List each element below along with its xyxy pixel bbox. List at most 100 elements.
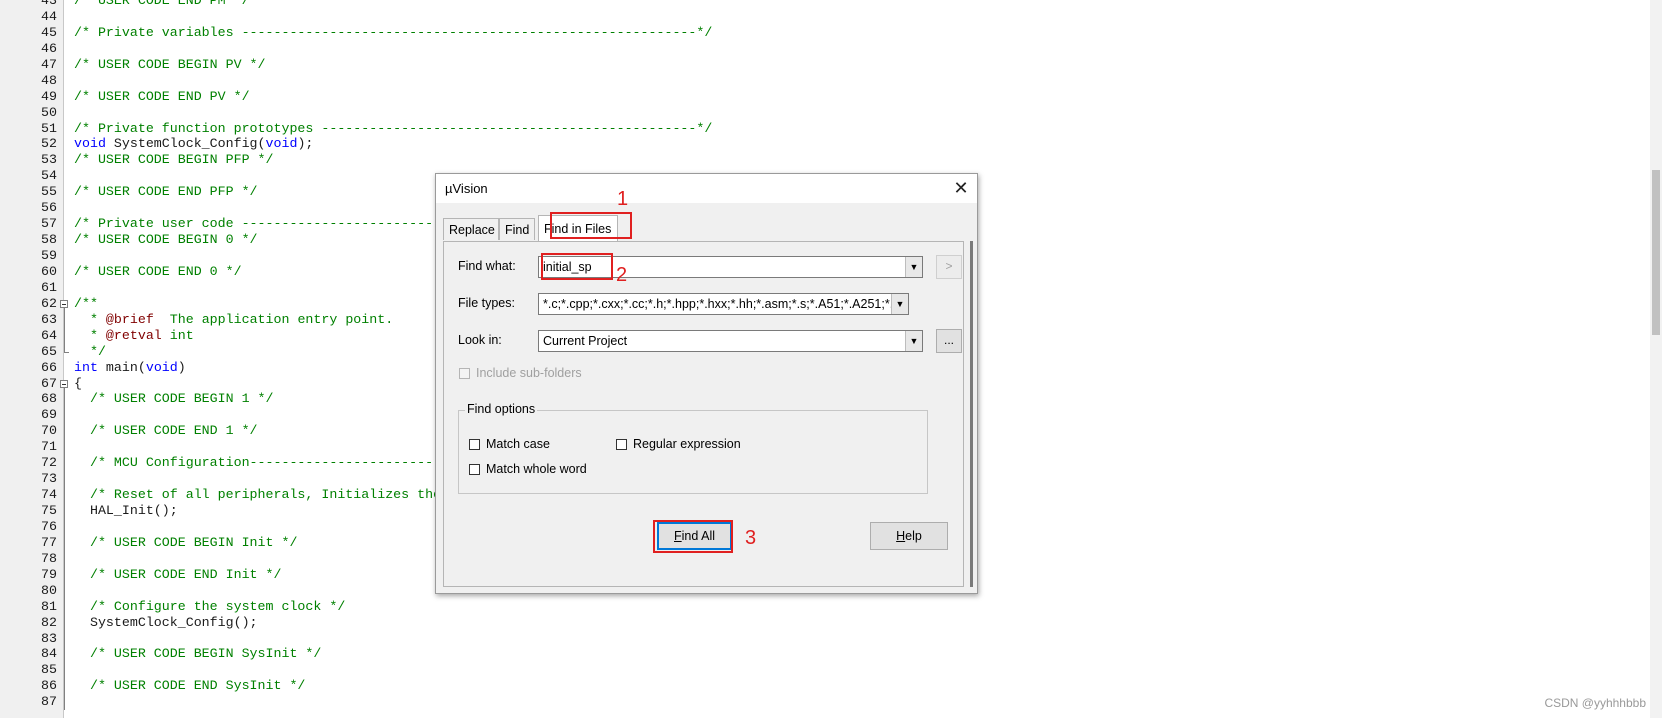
code-token: {: [74, 375, 82, 391]
fold-guide: [60, 503, 70, 519]
watermark: CSDN @yyhhhbbb: [1544, 696, 1646, 710]
code-line[interactable]: 50: [0, 105, 1650, 121]
fold-guide: [60, 518, 70, 535]
code-text: /* USER CODE END PV */: [74, 89, 250, 105]
browse-folder-button[interactable]: ...: [936, 329, 962, 353]
fold-guide: [60, 662, 70, 679]
line-number: 71: [41, 439, 57, 455]
chevron-down-icon[interactable]: ▼: [905, 257, 922, 277]
code-line[interactable]: 46: [0, 41, 1650, 57]
help-button[interactable]: Help: [870, 522, 948, 550]
code-line[interactable]: 87: [0, 694, 1650, 711]
include-subfolders-checkbox[interactable]: Include sub-folders: [459, 366, 582, 380]
code-line[interactable]: 53 /* USER CODE BEGIN PFP */: [0, 152, 1650, 168]
annotation-box-find-in-files-tab: [550, 212, 632, 239]
match-whole-word-checkbox[interactable]: Match whole word: [469, 462, 587, 476]
line-number: 63: [41, 311, 57, 327]
comment-token: The application entry point.: [153, 311, 394, 327]
line-number: 57: [41, 216, 57, 232]
code-line[interactable]: 86 /* USER CODE END SysInit */: [0, 678, 1650, 695]
code-line[interactable]: 85: [0, 662, 1650, 679]
code-text: /**: [74, 296, 98, 312]
code-line[interactable]: 44: [0, 9, 1650, 25]
fold-guide: [60, 646, 70, 663]
checkbox-icon[interactable]: [469, 463, 480, 475]
line-number: 49: [41, 88, 57, 104]
line-number: 82: [41, 614, 57, 630]
comment-token: /* USER CODE BEGIN 1 */: [74, 391, 274, 407]
panel-divider: [970, 241, 973, 587]
comment-token: /* USER CODE BEGIN PV */: [74, 56, 266, 72]
checkbox-icon[interactable]: [616, 438, 627, 450]
doc-tag-token: @brief: [105, 311, 154, 327]
fold-collapse-icon[interactable]: [60, 376, 70, 392]
match-case-checkbox[interactable]: Match case: [469, 437, 550, 451]
code-line[interactable]: 45 /* Private variables -----------------…: [0, 25, 1650, 41]
comment-token: /* USER CODE END Init */: [74, 566, 282, 582]
checkbox-icon[interactable]: [469, 438, 480, 450]
look-in-combobox[interactable]: Current Project ▼: [538, 330, 923, 352]
find-next-regex-button[interactable]: >: [936, 255, 962, 279]
chevron-down-icon[interactable]: ▼: [905, 331, 922, 351]
code-text: void SystemClock_Config(void);: [74, 136, 313, 152]
doc-tag-token: @retval: [105, 327, 162, 343]
file-types-label: File types:: [458, 296, 515, 310]
code-line[interactable]: 43 /* USER CODE END PM */: [0, 0, 1650, 9]
line-number: 62: [41, 295, 57, 311]
code-line[interactable]: 51 /* Private function prototypes -------…: [0, 121, 1650, 137]
fold-collapse-icon[interactable]: [60, 296, 70, 312]
comment-token: *: [74, 327, 106, 343]
comment-token: /* Configure the system clock */: [74, 598, 346, 614]
line-number: 50: [41, 104, 57, 120]
code-line[interactable]: 82 SystemClock_Config();: [0, 614, 1650, 631]
line-number: 65: [41, 343, 57, 359]
code-line[interactable]: 48: [0, 73, 1650, 89]
find-options-legend: Find options: [465, 402, 538, 416]
find-options-group: Find options Match case Regular expressi…: [458, 402, 928, 494]
file-types-value[interactable]: *.c;*.cpp;*.cxx;*.cc;*.h;*.hpp;*.hxx;*.h…: [543, 297, 908, 311]
line-number: 70: [41, 423, 57, 439]
line-number: 68: [41, 391, 57, 407]
comment-token: /* USER CODE END 0 */: [74, 263, 242, 279]
code-token: HAL_Init();: [74, 503, 178, 518]
look-in-value[interactable]: Current Project: [543, 334, 627, 348]
fold-guide: [60, 550, 70, 567]
annotation-label-1: 1: [617, 188, 629, 210]
code-text: {: [74, 376, 82, 392]
comment-token: /* Private variables -------------------…: [74, 24, 713, 40]
tab-find[interactable]: Find: [499, 218, 535, 240]
line-number: 73: [41, 471, 57, 487]
chevron-down-icon[interactable]: ▼: [891, 294, 908, 314]
code-line[interactable]: 84 /* USER CODE BEGIN SysInit */: [0, 646, 1650, 663]
line-number: 81: [41, 598, 57, 614]
annotation-label-2: 2: [616, 264, 628, 286]
keyword-token: int: [74, 359, 98, 375]
vertical-scrollbar[interactable]: [1650, 0, 1662, 718]
file-types-combobox[interactable]: *.c;*.cpp;*.cxx;*.cc;*.h;*.hpp;*.hxx;*.h…: [538, 293, 909, 315]
line-number: 44: [41, 8, 57, 24]
code-text: /* USER CODE END SysInit */: [74, 678, 305, 694]
regular-expression-checkbox[interactable]: Regular expression: [616, 437, 741, 451]
match-whole-word-label: Match whole word: [486, 462, 587, 476]
fold-guide: [60, 391, 70, 408]
fold-guide: [60, 487, 70, 503]
comment-token: /* USER CODE END SysInit */: [74, 678, 306, 694]
comment-token: /* Private function prototypes ---------…: [74, 120, 713, 136]
code-text: /* USER CODE BEGIN PFP */: [74, 152, 274, 168]
close-icon[interactable]: ✕: [950, 178, 972, 198]
annotation-box-find-what: [541, 253, 613, 280]
keyword-token: void: [145, 359, 178, 375]
code-line[interactable]: 83: [0, 630, 1650, 647]
code-line[interactable]: 81 /* Configure the system clock */: [0, 598, 1650, 615]
fold-guide: [60, 630, 70, 647]
code-line[interactable]: 52 void SystemClock_Config(void);: [0, 136, 1650, 152]
code-line[interactable]: 47 /* USER CODE BEGIN PV */: [0, 57, 1650, 73]
dialog-titlebar: µVision ✕: [436, 174, 977, 203]
checkbox-icon[interactable]: [459, 367, 470, 379]
fold-guide: [60, 439, 70, 456]
tab-replace[interactable]: Replace: [443, 218, 499, 240]
scrollbar-thumb[interactable]: [1652, 170, 1660, 335]
fold-guide: [60, 566, 70, 583]
code-line[interactable]: 49 /* USER CODE END PV */: [0, 89, 1650, 105]
code-token: SystemClock_Config();: [74, 614, 258, 630]
